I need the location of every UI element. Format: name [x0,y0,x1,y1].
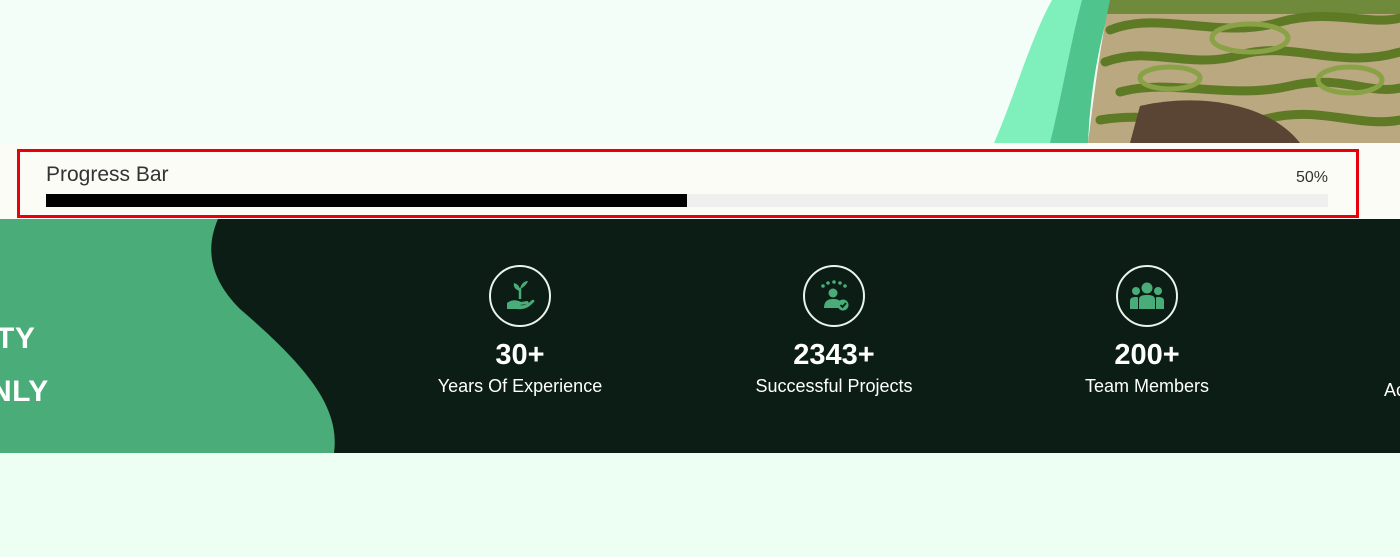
progress-percent-label: 50% [1295,169,1328,186]
stat-label: Years Of Experience [437,376,603,396]
highlight-outline [17,149,1359,218]
side-heading-line2: NLY [0,375,49,408]
side-heading-line1: TY [0,322,36,355]
stat-experience: 30+ Years Of Experience [390,265,650,397]
team-icon [1116,265,1178,327]
progress-fill [46,194,687,207]
stats-section: TY NLY 30+ Years Of Experience 2343+ Suc… [0,219,1400,453]
green-blob-shape [0,219,335,453]
stat-projects: 2343+ Successful Projects [704,265,964,397]
stat-value: 30+ [495,339,545,371]
stat-label-partial: Ac [1384,380,1400,400]
rated-person-icon [803,265,865,327]
stat-label: Successful Projects [755,376,913,396]
progress-track [46,194,1328,207]
garden-maze-image [994,0,1400,143]
stat-value: 200+ [1114,339,1180,371]
page: Progress Bar 50% TY NLY 30+ Years Of Exp… [0,0,1400,557]
progress-title: Progress Bar [46,163,169,186]
stat-value: 2343+ [793,339,875,371]
progress-section: Progress Bar 50% [0,143,1400,219]
stat-team: 200+ Team Members [1017,265,1277,397]
hero-section [0,0,1400,143]
stat-label: Team Members [1084,376,1210,396]
plant-hand-icon [489,265,551,327]
